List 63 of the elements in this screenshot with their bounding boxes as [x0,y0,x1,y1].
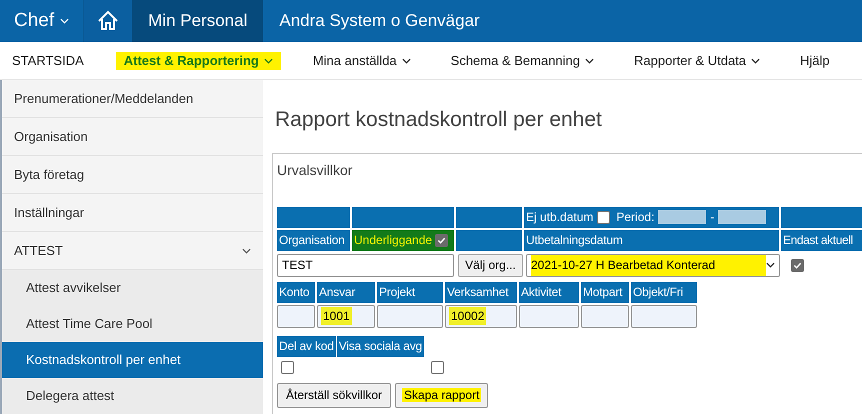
redacted-field [718,210,766,224]
sidebar-item[interactable]: Organisation [2,118,263,156]
sidebar-subitem[interactable]: Attest avvikelser [2,270,263,306]
nav-menu-item[interactable]: Attest & Rapportering [116,52,281,70]
page-title: Rapport kostnadskontroll per enhet [275,107,603,133]
sidebar-subitem[interactable]: Kostnadskontroll per enhet [2,342,263,378]
form-button[interactable]: Skapa rapport [395,382,488,408]
checkbox[interactable] [431,360,444,374]
chevron-down-icon [264,58,273,64]
home-icon [96,9,120,33]
column-header: Motpart [581,282,629,302]
column-header: Verksamhet [445,282,517,302]
column-header: Konto [277,282,315,302]
column-header: Aktivitet [519,282,579,302]
nav-menu-item[interactable]: Hjälp [792,52,838,70]
code-field[interactable] [631,304,697,328]
code-field[interactable] [519,304,579,328]
chevron-down-icon [60,18,70,24]
checkbox[interactable] [435,234,448,246]
nav-menu-item[interactable]: Schema & Bemanning [442,52,602,70]
chevron-down-icon [585,58,594,64]
column-header: Projekt [377,282,443,302]
organisation-field[interactable]: TEST [277,254,454,276]
code-field[interactable]: 10002 [445,304,517,328]
checkbox[interactable] [281,360,294,374]
sidebar-item[interactable]: Inställningar [2,194,263,232]
code-field[interactable] [377,304,443,328]
chevron-down-icon [402,58,411,64]
redacted-field [658,210,706,224]
sidebar-subitem[interactable]: Delegera attest [2,378,263,414]
chevron-down-icon [242,248,251,254]
code-field[interactable]: 1001 [317,304,375,328]
chevron-down-icon [766,262,775,268]
separator-text: - [710,209,714,226]
column-header: Ansvar [317,282,375,302]
column-header: Endast aktuell [781,230,862,250]
header-cell [456,230,522,250]
choose-org-button[interactable]: Välj org... [458,254,523,276]
date-dropdown[interactable]: 2021-10-27 H Bearbetad Konterad [526,254,780,276]
top-tab[interactable]: Min Personal [132,0,264,42]
nav-menu-item[interactable]: STARTSIDA [4,52,92,70]
column-header: Visa sociala avg [336,336,424,356]
checkbox[interactable] [597,210,610,224]
ej-utb-label: Ej utb.datum [526,209,594,226]
home-button[interactable] [84,0,132,42]
code-field[interactable] [581,304,629,328]
panel-title: Urvalsvillkor [277,160,352,180]
column-header: Organisation [277,230,350,250]
column-header: Utbetalningsdatum [524,230,779,250]
sidebar-item[interactable]: Byta företag [2,156,263,194]
column-header: Underliggande [352,230,454,250]
sidebar-item[interactable]: Prenumerationer/Meddelanden [2,80,263,118]
code-field[interactable] [277,304,315,328]
form-button[interactable]: Återställ sökvillkor [277,382,392,408]
nav-menu-item[interactable]: Rapporter & Utdata [626,52,768,70]
period-label: Period: [616,209,654,226]
checkbox[interactable] [791,258,804,272]
sidebar-subitem[interactable]: Attest Time Care Pool [2,306,263,342]
chevron-down-icon [751,58,760,64]
nav-menu-item[interactable]: Mina anställda [304,52,419,70]
column-header: Del av kod [277,336,336,356]
column-header: Objekt/Fri [631,282,697,302]
header-cell [456,206,522,228]
